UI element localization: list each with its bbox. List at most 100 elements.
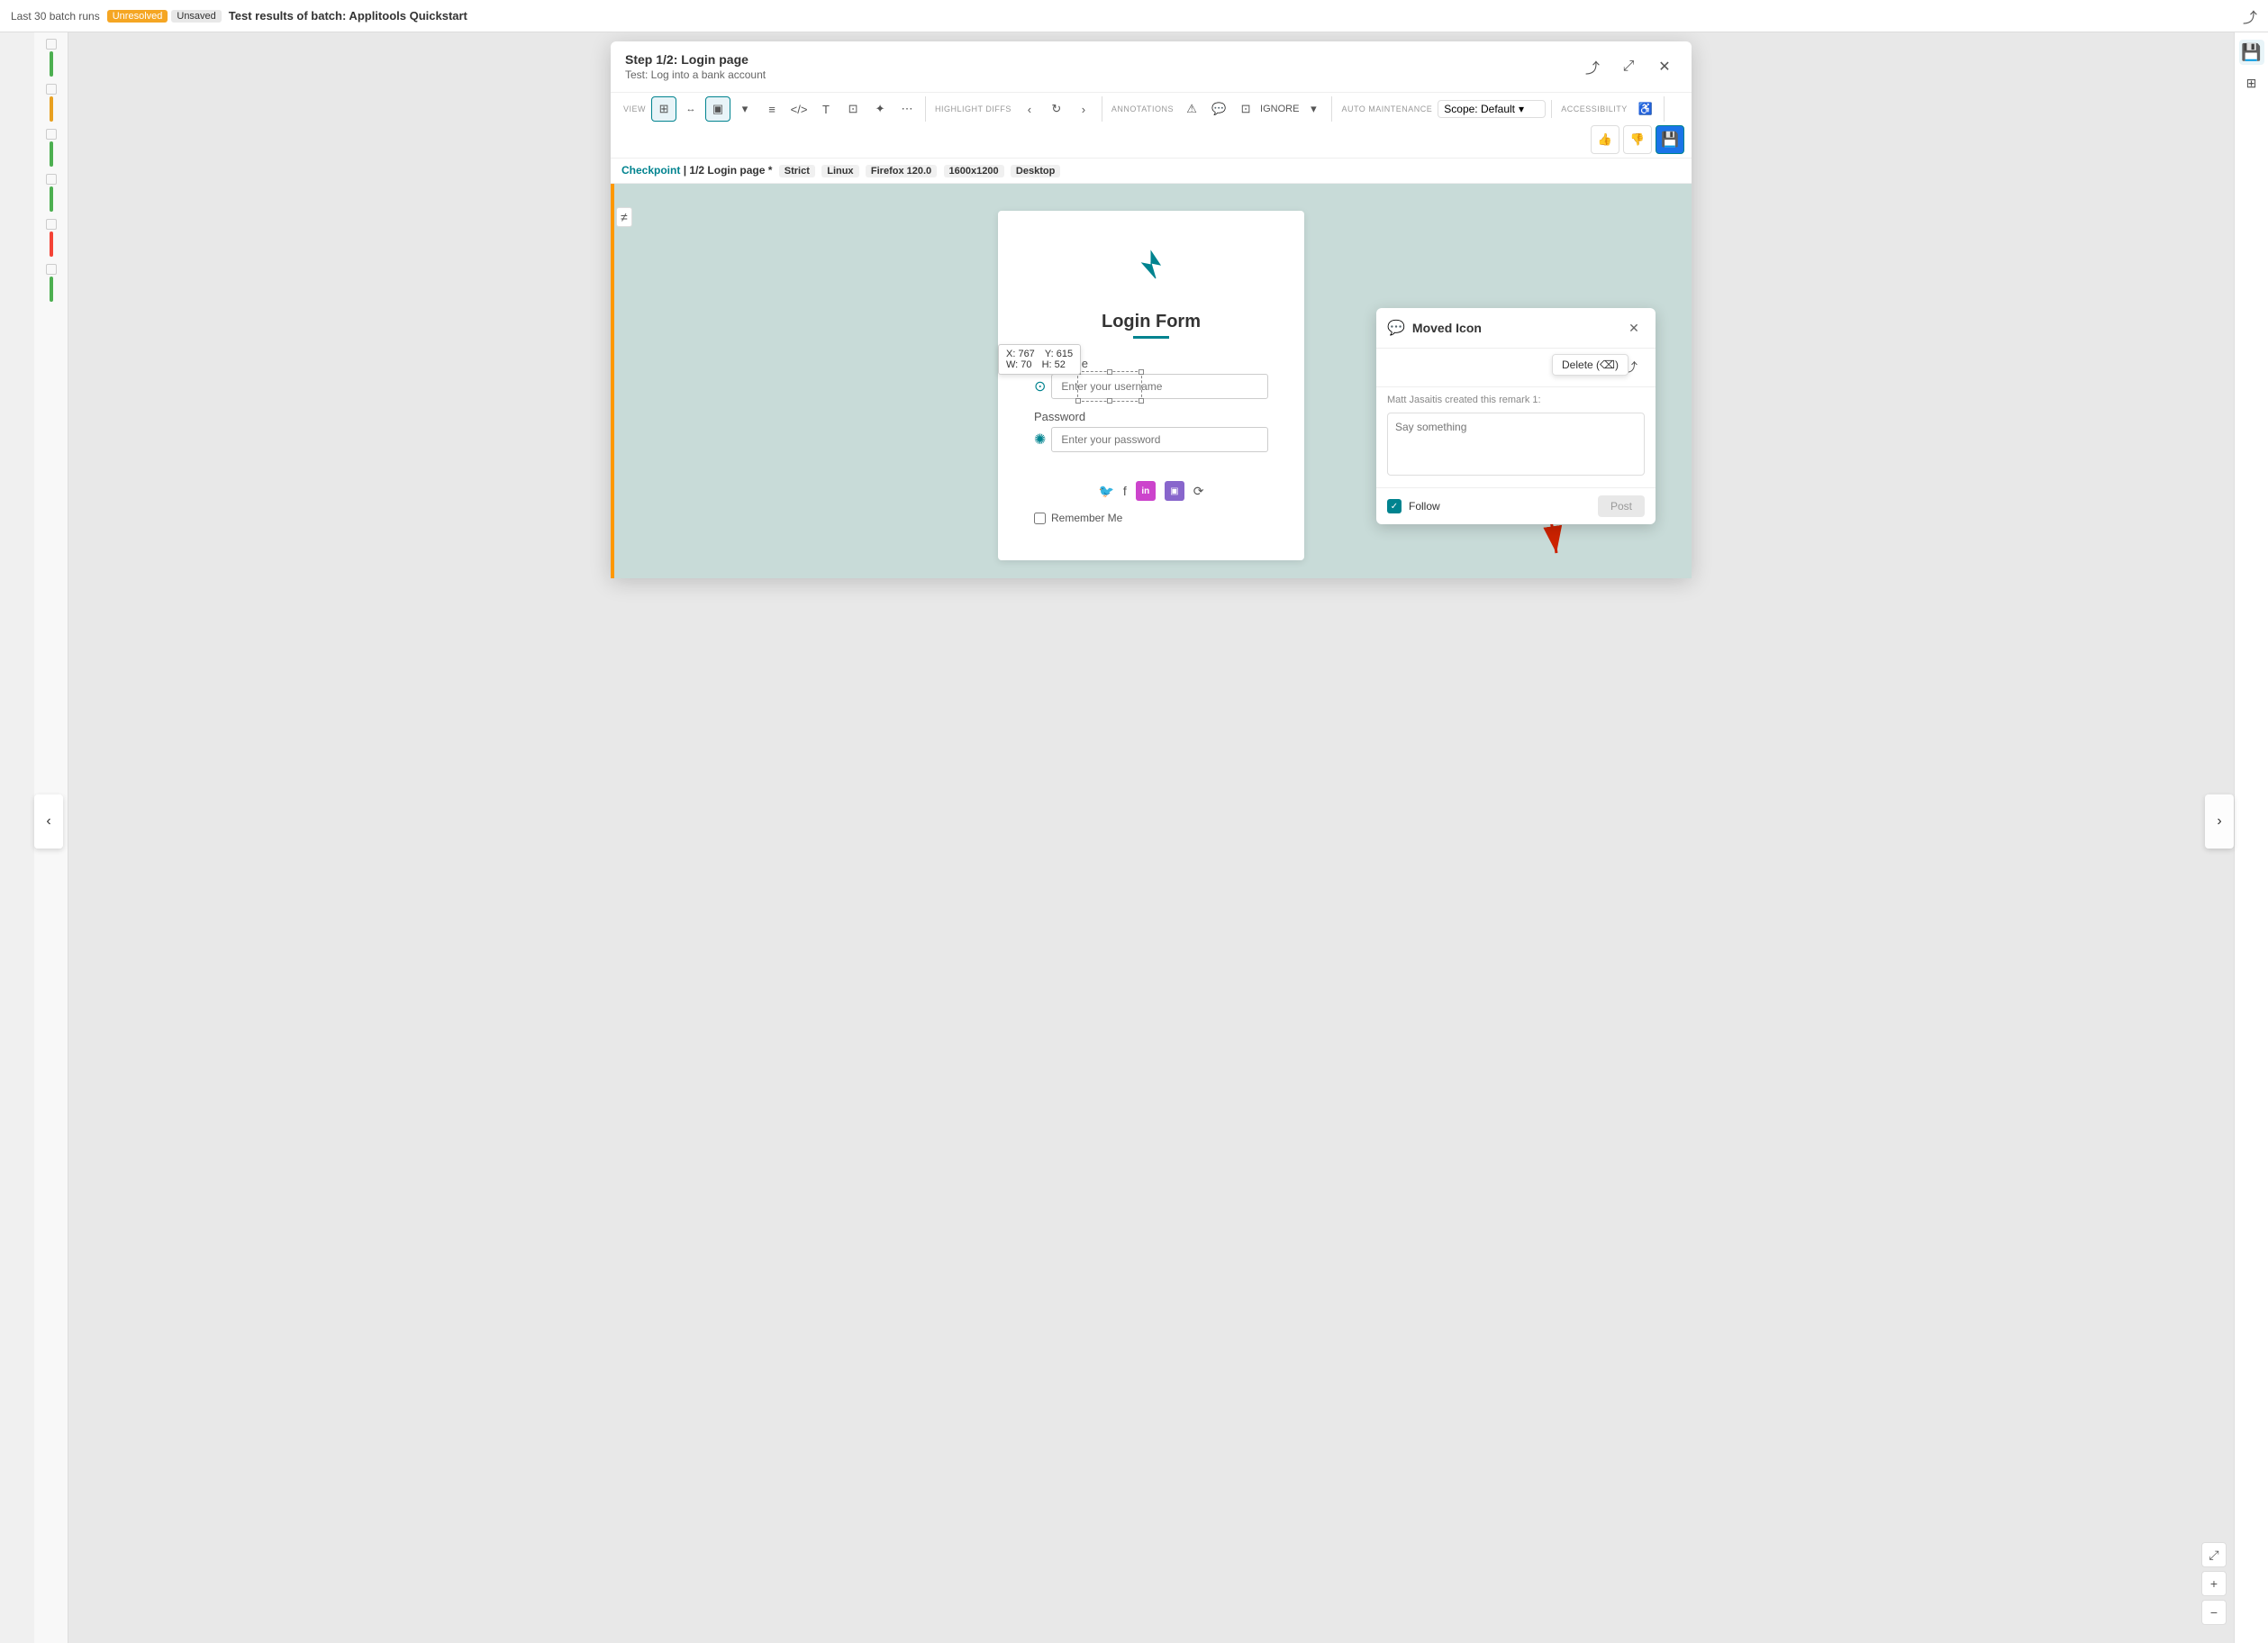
social-icon-5[interactable]: ⟳ [1193, 484, 1204, 499]
save-button-toolbar[interactable]: 💾 [1656, 125, 1684, 154]
share-icon-top[interactable]: ⤴ [2243, 5, 2257, 27]
view-frame-button[interactable]: ▣ [705, 96, 730, 122]
handle-bl[interactable] [1075, 398, 1081, 404]
batch-checkbox-5[interactable] [46, 219, 57, 230]
batch-checkbox-1[interactable] [46, 39, 57, 50]
batch-checkbox-2[interactable] [46, 84, 57, 95]
dialog-title: Step 1/2: Login page [625, 52, 766, 67]
login-page-mockup: Login Form Username ⊙ Password ✺ X: 767 [998, 211, 1304, 560]
batch-item-5[interactable] [37, 216, 66, 259]
remark-actions: 🗑 ⤴ Delete (⌫) [1376, 349, 1656, 387]
batch-checkbox-6[interactable] [46, 264, 57, 275]
bottom-controls: ⤢ + − [2201, 1542, 2227, 1625]
annotation-comment-button[interactable]: 💬 [1206, 96, 1231, 122]
zoom-out-button[interactable]: − [2201, 1600, 2227, 1625]
view-code-button[interactable]: </> [786, 96, 812, 122]
batch-item-4[interactable] [37, 171, 66, 214]
view-more-button[interactable]: ⋯ [894, 96, 920, 122]
toolbar-annotations-section: ANNOTATIONS ⚠ 💬 ⊡ IGNORE ▾ [1106, 96, 1333, 122]
handle-tr[interactable] [1139, 369, 1144, 375]
instagram-icon[interactable]: in [1136, 481, 1156, 501]
toolbar-accessibility-section: ACCESSIBILITY ♿ [1556, 96, 1665, 122]
highlight-next-button[interactable]: › [1071, 96, 1096, 122]
highlight-refresh-button[interactable]: ↻ [1044, 96, 1069, 122]
remember-me-checkbox[interactable] [1034, 513, 1046, 524]
view-star-button[interactable]: ✦ [867, 96, 893, 122]
view-crop-button[interactable]: ⊡ [840, 96, 866, 122]
highlight-prev-button[interactable]: ‹ [1017, 96, 1042, 122]
top-bar-left-label: Last 30 batch runs [11, 10, 100, 23]
login-logo [1034, 247, 1268, 290]
badge-unresolved[interactable]: Unresolved [107, 10, 168, 23]
handle-bm[interactable] [1107, 398, 1112, 404]
right-sidebar: 💾 ⊞ [2234, 32, 2268, 1643]
not-equal-badge[interactable]: ≠ [616, 207, 632, 227]
scope-dropdown-icon: ▾ [1519, 103, 1524, 115]
follow-checkbox[interactable]: ✓ [1387, 499, 1402, 513]
remark-footer: ✓ Follow Post [1376, 487, 1656, 524]
scope-select[interactable]: Scope: Default ▾ [1438, 100, 1546, 118]
view-layers-button[interactable]: ≡ [759, 96, 785, 122]
thumb-up-button[interactable]: 👍 [1591, 125, 1619, 154]
batch-item-3[interactable] [37, 126, 66, 169]
dialog-close-button[interactable]: ✕ [1652, 54, 1677, 79]
batch-item-6[interactable] [37, 261, 66, 304]
left-arrow-icon: ‹ [46, 813, 50, 830]
post-button[interactable]: Post [1598, 495, 1645, 517]
tag-linux: Linux [821, 165, 858, 177]
grid-icon-sidebar[interactable]: ⊞ [2239, 70, 2264, 95]
save-button-sidebar[interactable]: 💾 [2239, 40, 2264, 65]
view-grid-button[interactable]: ⊞ [651, 96, 676, 122]
accessibility-person-button[interactable]: ♿ [1633, 96, 1658, 122]
annotations-label: ANNOTATIONS [1111, 104, 1174, 113]
zoom-out-icon: − [2210, 1605, 2218, 1620]
annotation-alert-button[interactable]: ⚠ [1179, 96, 1204, 122]
modal-overlay: Step 1/2: Login page Test: Log into a ba… [68, 32, 2234, 1643]
tag-desktop: Desktop [1011, 165, 1060, 177]
remark-title: Moved Icon [1412, 321, 1616, 335]
checkpoint-bar: Checkpoint | 1/2 Login page * Strict Lin… [611, 159, 1692, 184]
batch-bar-6 [50, 277, 53, 302]
zoom-in-icon: + [2210, 1576, 2218, 1591]
username-icon: ⊙ [1034, 377, 1046, 395]
view-toggle-button[interactable]: ↔ [678, 96, 703, 122]
handle-br[interactable] [1139, 398, 1144, 404]
highlight-label: HIGHLIGHT DIFFS [935, 104, 1012, 113]
remark-textarea[interactable] [1387, 413, 1645, 476]
tag-resolution: 1600x1200 [944, 165, 1004, 177]
dialog-expand-button[interactable]: ⤢ [1616, 54, 1641, 79]
remember-me-label: Remember Me [1051, 512, 1122, 524]
dialog-share-button[interactable]: ⤴ [1580, 54, 1605, 79]
thumb-down-button[interactable]: 👎 [1623, 125, 1652, 154]
password-input[interactable] [1051, 427, 1268, 452]
batch-item-2[interactable] [37, 81, 66, 124]
checkpoint-step: 1/2 Login page * [689, 164, 772, 177]
coord-tooltip: X: 767 Y: 615 W: 70 H: 52 [998, 344, 1081, 375]
batch-bar-3 [50, 141, 53, 167]
batch-item-1[interactable] [37, 36, 66, 79]
batch-checkbox-3[interactable] [46, 129, 57, 140]
dialog-subtitle: Test: Log into a bank account [625, 68, 766, 81]
remark-close-button[interactable]: ✕ [1623, 317, 1645, 339]
handle-tm[interactable] [1107, 369, 1112, 375]
view-dropdown-button[interactable]: ▾ [732, 96, 758, 122]
toolbar: VIEW ⊞ ↔ ▣ ▾ ≡ </> T ⊡ ✦ ⋯ HIGHLIGHT DIF… [611, 93, 1692, 159]
social-icon-4[interactable]: ▣ [1165, 481, 1184, 501]
nav-prev-button[interactable]: ‹ [34, 794, 63, 849]
top-bar-right: ⤴ [2243, 5, 2257, 27]
view-text-button[interactable]: T [813, 96, 839, 122]
follow-label: Follow [1409, 500, 1591, 513]
batch-checkbox-4[interactable] [46, 174, 57, 185]
annotation-box-button[interactable]: ⊡ [1233, 96, 1258, 122]
login-form-title: Login Form [1034, 312, 1268, 332]
twitter-icon[interactable]: 🐦 [1098, 484, 1113, 499]
coord-w: W: 70 [1006, 359, 1032, 370]
expand-button[interactable]: ⤢ [2201, 1542, 2227, 1567]
username-field-row: ⊙ [1034, 374, 1268, 399]
remark-meta: Matt Jasaitis created this remark 1: [1376, 387, 1656, 413]
zoom-in-button[interactable]: + [2201, 1571, 2227, 1596]
annotation-dropdown-button[interactable]: ▾ [1301, 96, 1326, 122]
nav-next-button[interactable]: › [2205, 794, 2234, 849]
facebook-icon[interactable]: f [1123, 484, 1127, 498]
selection-area [1077, 371, 1142, 402]
